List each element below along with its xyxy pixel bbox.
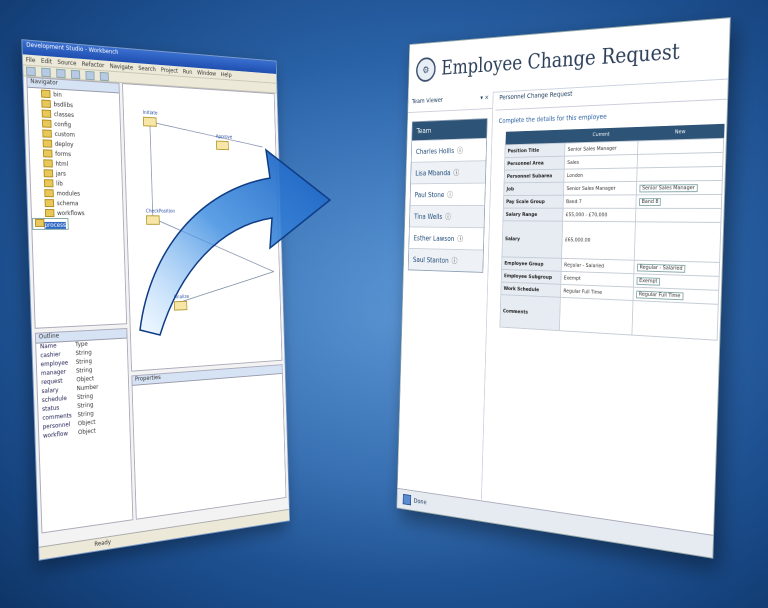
current-value: £65,000.00	[561, 221, 636, 261]
menu-item[interactable]: Refactor	[82, 60, 105, 69]
current-value: Senior Sales Manager	[563, 181, 637, 196]
person-info-icon[interactable]: ⓘ	[457, 145, 463, 155]
new-value-field[interactable]	[634, 221, 721, 263]
page-loaded-icon	[402, 493, 412, 506]
field-label: Salary Range	[502, 208, 564, 222]
new-value-field[interactable]	[635, 208, 722, 223]
new-value-select[interactable]: Band 8	[638, 197, 662, 206]
team-member[interactable]: Tina Wells ⓘ	[409, 204, 485, 228]
new-value-select[interactable]: Regular - Salaried	[636, 263, 686, 273]
menu-item[interactable]: Edit	[41, 57, 52, 65]
folder-icon	[43, 159, 53, 168]
team-member[interactable]: Lisa Mbanda ⓘ	[410, 160, 486, 184]
field-label: Personnel Area	[504, 156, 565, 171]
person-info-icon[interactable]: ⓘ	[451, 256, 457, 266]
team-viewer-header: Team Viewer ▾ ×	[408, 91, 493, 113]
person-info-icon[interactable]: ⓘ	[445, 212, 451, 222]
new-value-field[interactable]: Senior Sales Manager	[636, 180, 723, 195]
folder-icon	[42, 139, 53, 148]
menu-item[interactable]: Source	[57, 58, 76, 66]
person-info-icon[interactable]: ⓘ	[453, 167, 459, 177]
folder-icon	[44, 189, 54, 198]
current-value: Sales	[564, 154, 638, 170]
form-row: Job Senior Sales Manager Senior Sales Mana…	[503, 180, 723, 196]
folder-icon	[43, 169, 54, 178]
tree-item[interactable]: process	[31, 217, 69, 230]
menu-item[interactable]: Search	[138, 65, 156, 73]
folder-icon	[43, 179, 54, 188]
team-member[interactable]: Charles Hollis ⓘ	[411, 137, 487, 162]
change-request-form: Current New Position Title Senior Sales M…	[499, 123, 725, 341]
folder-icon	[44, 199, 55, 208]
team-member[interactable]: Paul Stone ⓘ	[410, 182, 486, 205]
current-value	[559, 297, 634, 336]
arrow-icon	[139, 148, 332, 336]
menu-item[interactable]: Run	[183, 68, 193, 75]
field-label: Job	[503, 182, 564, 196]
current-value: Band 7	[563, 194, 637, 209]
field-label: Personnel Subarea	[504, 169, 565, 183]
form-row: Salary £65,000.00	[501, 220, 721, 263]
new-value-select[interactable]: Regular Full Time	[636, 290, 684, 300]
navigator-panel: Navigator bin bsdlibs classes config custom d…	[26, 76, 128, 329]
change-request-pane: Personnel Change Request Complete the de…	[484, 78, 728, 534]
workflow-node[interactable]: Initiate	[143, 110, 158, 127]
person-info-icon[interactable]: ⓘ	[457, 234, 463, 244]
new-value-field[interactable]: Band 8	[635, 194, 722, 209]
tree-item[interactable]: schema	[31, 198, 122, 209]
new-value-select[interactable]: Exempt	[636, 276, 661, 286]
field-label: Salary	[501, 220, 563, 259]
folder-icon	[41, 99, 51, 108]
project-tree: bin bsdlibs classes config custom deploy forms…	[28, 88, 124, 230]
pane-controls-icon[interactable]: ▾ ×	[480, 94, 489, 107]
folder-icon	[41, 109, 52, 118]
current-value: £55,000 - £70,000	[562, 208, 636, 222]
menu-item[interactable]: Help	[221, 71, 232, 78]
team-label: Team	[412, 119, 487, 141]
team-panel: Team Charles Hollis ⓘ Lisa Mbanda ⓘ Paul Sto…	[407, 118, 488, 273]
outline-panel: Outline Name Type cashier String employee S…	[34, 328, 134, 534]
form-row: Pay Scale Group Band 7 Band 8	[503, 194, 722, 209]
folder-icon	[34, 218, 45, 227]
team-member[interactable]: Saul Stanton ⓘ	[408, 247, 484, 272]
menu-item[interactable]: Project	[161, 66, 178, 74]
ecr-window: ⚙ Employee Change Request Team Viewer ▾ …	[396, 17, 731, 559]
person-info-icon[interactable]: ⓘ	[447, 190, 453, 200]
new-value-field[interactable]	[637, 152, 724, 168]
company-logo-icon: ⚙	[415, 56, 436, 83]
team-member[interactable]: Esther Lawson ⓘ	[409, 226, 484, 250]
new-value-field[interactable]	[631, 300, 719, 341]
folder-icon	[41, 119, 52, 128]
field-label: Comments	[499, 294, 561, 331]
new-value-field[interactable]	[636, 166, 723, 182]
menu-item[interactable]: File	[26, 56, 36, 64]
new-value-select[interactable]: Senior Sales Manager	[639, 183, 698, 192]
folder-icon	[44, 209, 55, 218]
tree-item[interactable]: workflows	[32, 208, 123, 218]
menu-item[interactable]: Window	[197, 69, 216, 77]
page-title: Employee Change Request	[440, 39, 681, 80]
folder-icon	[40, 89, 51, 99]
field-label: Pay Scale Group	[503, 195, 564, 209]
current-value: London	[563, 167, 638, 183]
folder-icon	[42, 129, 52, 138]
folder-icon	[42, 149, 53, 158]
menu-item[interactable]: Navigate	[110, 62, 134, 70]
team-viewer-pane: Team Viewer ▾ × Team Charles Hollis ⓘ Lisa…	[397, 91, 494, 500]
properties-panel: Properties	[131, 364, 287, 520]
